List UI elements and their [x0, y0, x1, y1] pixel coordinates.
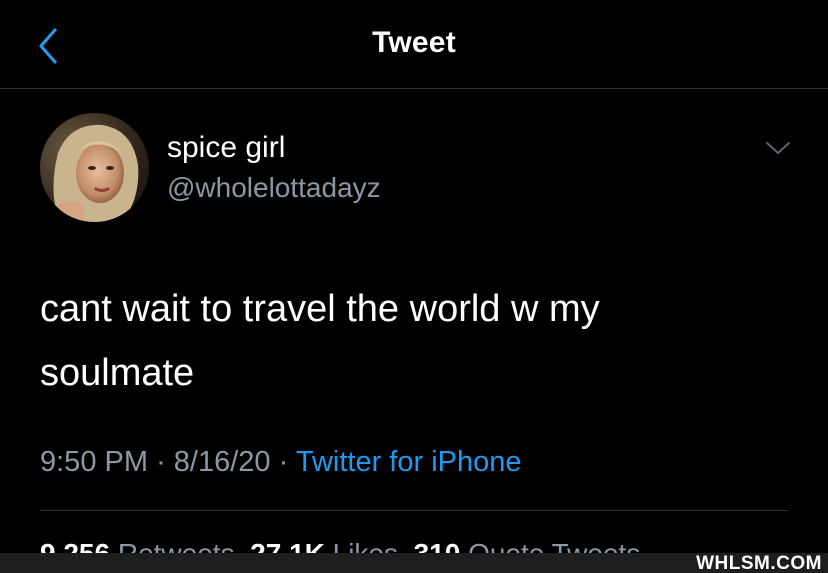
tweet-text: cant wait to travel the world w my soulm… — [40, 277, 760, 405]
watermark: WHLSM.COM — [696, 553, 822, 573]
avatar-image — [40, 113, 149, 222]
meta-separator: · — [156, 446, 166, 478]
page-title: Tweet — [372, 26, 456, 59]
tweet-text-line: soulmate — [40, 352, 195, 394]
meta-separator: · — [278, 446, 289, 478]
tweet-time: 9:50 PM — [40, 446, 148, 478]
chevron-down-icon — [766, 142, 790, 154]
avatar[interactable] — [40, 113, 149, 222]
header-bar: Tweet — [0, 0, 828, 89]
author-handle[interactable]: @wholelottadayz — [167, 172, 381, 204]
tweet-text-line: cant wait to travel the world w my — [40, 288, 600, 330]
tweet-page: Tweet spice girl @wholelottadayz cant wa… — [0, 0, 828, 573]
tweet-date: 8/16/20 — [173, 446, 271, 478]
tweet-source-link[interactable]: Twitter for iPhone — [296, 446, 522, 478]
author-name[interactable]: spice girl — [167, 131, 285, 165]
tweet-menu-button[interactable] — [764, 138, 792, 158]
divider — [40, 510, 788, 511]
tweet-meta: 9:50 PM · 8/16/20 · Twitter for iPhone — [40, 446, 522, 479]
